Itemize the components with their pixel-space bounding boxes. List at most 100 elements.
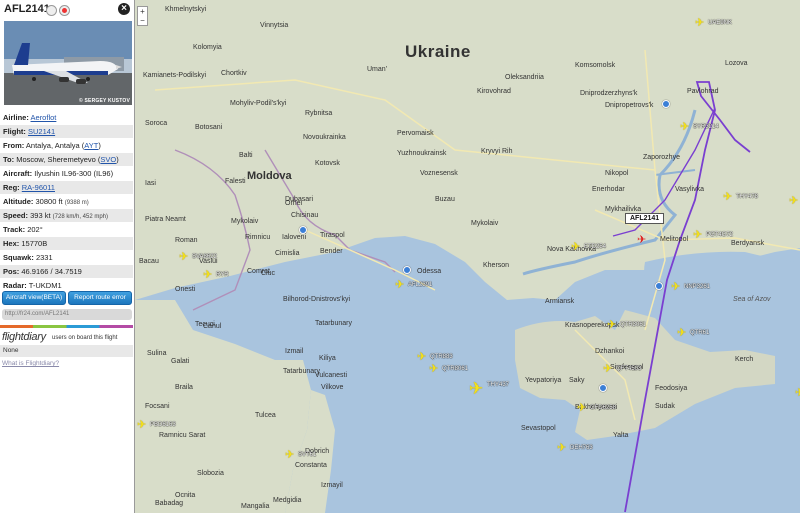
airport-pin-chisinau[interactable] bbox=[299, 226, 307, 234]
aircraft-icon[interactable]: ✈ bbox=[285, 450, 294, 461]
detail-row: Hex: 15770B bbox=[0, 237, 133, 250]
city-label: Sulina bbox=[147, 350, 167, 357]
city-label: Tulcea bbox=[255, 412, 276, 419]
aircraft-icon[interactable]: ✈ bbox=[677, 328, 686, 339]
detail-value[interactable]: SU2141 bbox=[28, 127, 55, 136]
city-label: Oleksandriia bbox=[505, 74, 544, 81]
aircraft-icon[interactable]: ✈ bbox=[417, 352, 426, 363]
city-label: Feodosiya bbox=[655, 385, 688, 392]
city-label: Ialoveni bbox=[282, 234, 307, 241]
detail-value[interactable]: Aeroflot bbox=[31, 113, 57, 122]
zoom-in-button[interactable]: + bbox=[138, 7, 147, 16]
detail-label: Track: bbox=[3, 225, 26, 234]
city-label: Melitopol bbox=[660, 236, 689, 243]
city-label: Galati bbox=[171, 358, 190, 365]
aircraft-callsign: ETD254 bbox=[584, 244, 607, 250]
country-label-moldova: Moldova bbox=[247, 170, 292, 182]
detail-value: Ilyushin IL96-300 (IL96) bbox=[34, 169, 114, 178]
aircraft-icon[interactable]: ✈ bbox=[469, 380, 483, 397]
detail-value: T-UKDM1 bbox=[28, 281, 62, 290]
detail-label: Altitude: bbox=[3, 197, 34, 206]
aircraft-callsign: NNP3261 bbox=[684, 284, 711, 290]
city-label: Mangalia bbox=[241, 503, 270, 510]
city-label: Mohyliv-Podil's'kyi bbox=[230, 100, 287, 107]
city-label: Piatra Neamt bbox=[145, 216, 186, 223]
selected-aircraft-icon[interactable]: ✈ bbox=[637, 233, 646, 246]
airport-pin-dnipro[interactable] bbox=[662, 100, 670, 108]
selected-flight-tag[interactable]: AFL2141 bbox=[625, 213, 665, 224]
city-label: Rybnitsa bbox=[305, 110, 333, 117]
aircraft-icon[interactable]: ✈ bbox=[179, 252, 188, 263]
airport-pin-odessa[interactable] bbox=[403, 266, 411, 274]
city-label: Falesti bbox=[225, 178, 246, 185]
aircraft-icon[interactable]: ✈ bbox=[789, 196, 798, 207]
detail-row: Airline: Aeroflot bbox=[0, 111, 133, 124]
city-label: Komsomolsk bbox=[575, 62, 616, 69]
share-url-field[interactable]: http://fr24.com/AFL2141 bbox=[2, 309, 132, 320]
city-label: Zaporozhye bbox=[643, 154, 680, 161]
city-label: Tatarbunary bbox=[315, 320, 352, 327]
aircraft-icon[interactable]: ✈ bbox=[695, 18, 704, 29]
city-label: Braila bbox=[175, 384, 193, 391]
aircraft-callsign: DEH763 bbox=[570, 445, 593, 451]
city-label: Uman' bbox=[367, 66, 388, 73]
flightdiary-logo[interactable]: flightdiary bbox=[2, 331, 46, 343]
city-label: Mykolaiv bbox=[231, 218, 259, 225]
detail-value[interactable]: RA-96011 bbox=[22, 183, 55, 192]
aircraft-icon[interactable]: ✈ bbox=[577, 403, 586, 414]
aircraft-icon[interactable]: ✈ bbox=[795, 388, 800, 399]
aircraft-callsign: AFL2391 bbox=[408, 282, 433, 288]
aircraft-icon[interactable]: ✈ bbox=[671, 282, 680, 293]
aircraft-icon[interactable]: ✈ bbox=[429, 364, 438, 375]
airport-pin-simferopol[interactable] bbox=[599, 384, 607, 392]
city-label: Slobozia bbox=[197, 470, 224, 477]
detail-label: From: bbox=[3, 141, 25, 150]
city-label: Dubasari bbox=[285, 196, 314, 203]
map-view[interactable]: + − Ukraine Moldova Sea of Azov Khmelnyt… bbox=[135, 0, 800, 513]
panel-header: AFL2141 × bbox=[0, 0, 134, 21]
record-icon[interactable] bbox=[59, 5, 70, 16]
detail-value: 2331 bbox=[35, 253, 53, 262]
report-route-button[interactable]: Report route error bbox=[68, 291, 132, 305]
aircraft-icon[interactable]: ✈ bbox=[693, 230, 702, 241]
city-label: Dnipropetrovs'k bbox=[605, 102, 654, 109]
aircraft-icon[interactable]: ✈ bbox=[723, 192, 732, 203]
aircraft-icon[interactable]: ✈ bbox=[603, 364, 612, 375]
aircraft-callsign: UAE9NK bbox=[708, 20, 733, 26]
detail-row: Pos: 46.9166 / 34.7519 bbox=[0, 265, 133, 278]
share-icon[interactable] bbox=[46, 5, 57, 16]
zoom-out-button[interactable]: − bbox=[138, 16, 147, 25]
airport-pin-zaporozhye[interactable] bbox=[655, 282, 663, 290]
city-label: Novoukrainka bbox=[303, 134, 346, 141]
detail-label: Radar: bbox=[3, 281, 27, 290]
aircraft-callsign: PGT4G72 bbox=[706, 232, 734, 238]
airport-code-link[interactable]: SVO bbox=[100, 155, 116, 164]
flightdiary-color-bar bbox=[0, 325, 133, 328]
city-label: Cimislia bbox=[275, 250, 300, 257]
city-label: Sevastopol bbox=[521, 425, 556, 432]
city-label: Focsani bbox=[145, 403, 170, 410]
aircraft-icon[interactable]: ✈ bbox=[607, 320, 616, 331]
city-label: Bilhorod-Dnistrovs'kyi bbox=[283, 296, 351, 303]
aircraft-icon[interactable]: ✈ bbox=[571, 242, 580, 253]
detail-row: Aircraft: Ilyushin IL96-300 (IL96) bbox=[0, 167, 133, 180]
aircraft-icon[interactable]: ✈ bbox=[557, 443, 566, 454]
detail-value: 202° bbox=[27, 225, 43, 234]
detail-note: (9388 m) bbox=[64, 200, 89, 206]
detail-label: To: bbox=[3, 155, 15, 164]
aircraft-callsign: THY478 bbox=[736, 194, 759, 200]
sea-label-azov: Sea of Azov bbox=[733, 296, 771, 303]
detail-row: To: Moscow, Sheremetyevo (SVO) bbox=[0, 153, 133, 166]
aircraft-view-button[interactable]: Aircraft view(BETA) bbox=[2, 291, 66, 305]
aircraft-photo[interactable]: © SERGEY KUSTOV bbox=[4, 21, 132, 105]
flightdiary-help-link[interactable]: What is Flightdiary? bbox=[2, 360, 59, 367]
city-label: Lozova bbox=[725, 60, 748, 67]
aircraft-icon[interactable]: ✈ bbox=[203, 270, 212, 281]
close-button[interactable]: × bbox=[118, 3, 130, 15]
aircraft-icon[interactable]: ✈ bbox=[680, 122, 689, 133]
airport-code-link[interactable]: AYT bbox=[84, 141, 98, 150]
city-label: Kerch bbox=[735, 356, 754, 363]
aircraft-icon[interactable]: ✈ bbox=[137, 420, 146, 431]
aircraft-icon[interactable]: ✈ bbox=[395, 280, 404, 291]
city-label: Kiliya bbox=[319, 355, 336, 362]
